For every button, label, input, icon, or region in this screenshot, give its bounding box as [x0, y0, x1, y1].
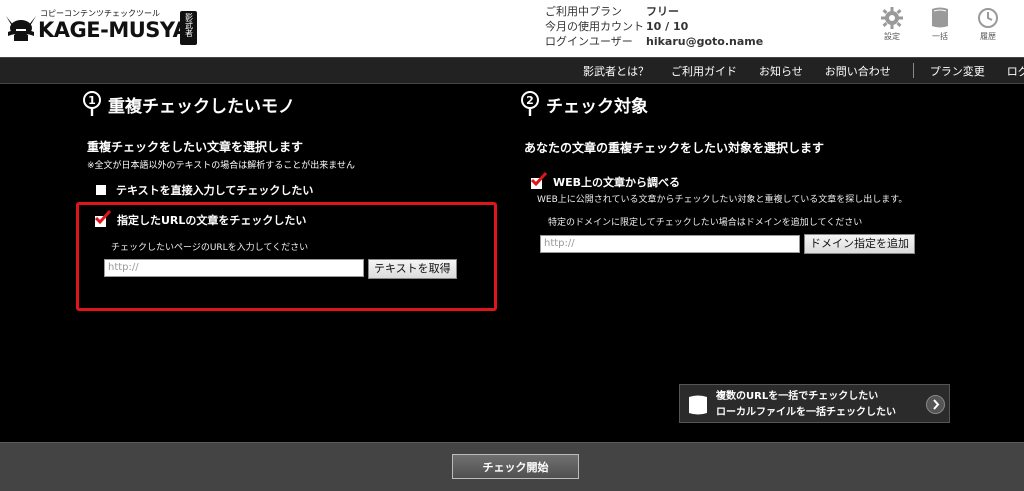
usage-count-label: 今月の使用カウント: [545, 20, 644, 33]
section1-subheading: 重複チェックをしたい文章を選択します: [87, 140, 304, 154]
fetch-text-button[interactable]: テキストを取得: [368, 259, 457, 279]
logo-wordmark: KAGE-MUSYA: [38, 18, 189, 42]
analysis-button[interactable]: 解析: [1012, 6, 1024, 42]
samurai-helmet-icon: [6, 16, 36, 41]
nav-item-news[interactable]: お知らせ: [759, 63, 803, 79]
url-instruction: チェックしたいページのURLを入力してください: [111, 243, 309, 253]
bulk-file-text: ローカルファイルを一括チェックしたい: [716, 407, 896, 418]
section2-title: 2 チェック対象: [520, 91, 648, 117]
plan-label: ご利用中プラン: [545, 5, 622, 18]
option-direct-text[interactable]: テキストを直接入力してチェックしたい: [96, 182, 313, 198]
domain-input[interactable]: http://: [540, 235, 800, 253]
nav-divider: [912, 63, 914, 78]
web-description: WEB上に公開されている文章からチェックしたい対象と重複している文章を探し出しま…: [537, 195, 908, 205]
add-domain-button[interactable]: ドメイン指定を追加: [804, 234, 915, 254]
document-icon: [689, 395, 707, 415]
section1-note: ※全文が日本語以外のテキストの場合は解析することが出来ません: [87, 161, 356, 171]
main-nav: 影武者とは？ ご利用ガイド お知らせ お問い合わせ プラン変更 ログアウト: [0, 57, 1024, 84]
login-user-value: hikaru@goto.name: [646, 35, 764, 48]
logo-seal-text: 影武者: [184, 13, 194, 37]
history-button[interactable]: 履歴: [964, 6, 1012, 42]
step-two-number: 2: [526, 94, 534, 107]
top-icon-bar: 設定 一括 履歴 解析: [868, 6, 1024, 42]
option-web[interactable]: WEB上の文章から調べる: [531, 172, 681, 190]
section1-title: 1 重複チェックしたいモノ: [82, 91, 295, 117]
nav-item-logout[interactable]: ログアウト: [1007, 63, 1024, 79]
plan-info: ご利用中プラン フリー 今月の使用カウント 10 / 10 ログインユーザー hika…: [545, 4, 763, 49]
section2-title-text: チェック対象: [546, 96, 648, 117]
nav-item-contact[interactable]: お問い合わせ: [825, 63, 891, 79]
direct-text-checkbox[interactable]: [96, 185, 106, 195]
bulk-url-text: 複数のURLを一括でチェックしたい: [716, 391, 879, 402]
nav-item-plan-change[interactable]: プラン変更: [930, 63, 985, 79]
nav-item-guide[interactable]: ご利用ガイド: [671, 63, 737, 79]
bulk-button[interactable]: 一括: [916, 6, 964, 42]
kage-musya-logo[interactable]: コピーコンテンツチェックツール KAGE-MUSYA 影武者: [4, 6, 197, 50]
url-option-label: 指定したURLの文章をチェックしたい: [117, 214, 307, 227]
step-one-icon: 1: [83, 91, 101, 116]
history-label: 履歴: [980, 32, 996, 41]
start-check-button[interactable]: チェック開始: [452, 454, 579, 479]
direct-text-label: テキストを直接入力してチェックしたい: [116, 184, 314, 197]
bulk-check-panel[interactable]: 複数のURLを一括でチェックしたい ローカルファイルを一括チェックしたい: [679, 384, 950, 423]
section2-subheading: あなたの文章の重複チェックをしたい対象を選択します: [524, 141, 825, 155]
web-checkbox[interactable]: [531, 172, 547, 189]
header: コピーコンテンツチェックツール KAGE-MUSYA 影武者 ご利用中プラン フリ…: [0, 0, 1024, 57]
bulk-text: 複数のURLを一括でチェックしたい ローカルファイルを一括チェックしたい: [716, 389, 896, 421]
document-icon: [932, 7, 948, 28]
plan-value: フリー: [646, 5, 679, 18]
url-input[interactable]: http://: [104, 259, 364, 277]
section1-title-text: 重複チェックしたいモノ: [108, 96, 295, 117]
settings-button[interactable]: 設定: [868, 6, 916, 42]
footer-bar: チェック開始: [0, 442, 1024, 491]
login-user-label: ログインユーザー: [545, 35, 633, 48]
bulk-label: 一括: [932, 32, 948, 41]
domain-instruction: 特定のドメインに限定してチェックしたい場合はドメインを追加してください: [548, 218, 863, 228]
step-one-number: 1: [88, 94, 96, 107]
arrow-right-icon[interactable]: [926, 395, 945, 414]
step-two-icon: 2: [521, 91, 539, 116]
usage-count-value: 10 / 10: [646, 20, 689, 33]
checkmark-icon: [531, 172, 547, 187]
gear-icon: [881, 7, 903, 29]
web-option-label: WEB上の文章から調べる: [553, 176, 681, 189]
nav-item-about[interactable]: 影武者とは？: [583, 63, 649, 79]
logo-seal: 影武者: [180, 11, 197, 45]
settings-label: 設定: [884, 32, 900, 41]
checkmark-icon: [95, 210, 111, 225]
url-checkbox[interactable]: [95, 210, 111, 227]
option-url[interactable]: 指定したURLの文章をチェックしたい: [95, 210, 307, 228]
clock-icon: [978, 8, 998, 28]
